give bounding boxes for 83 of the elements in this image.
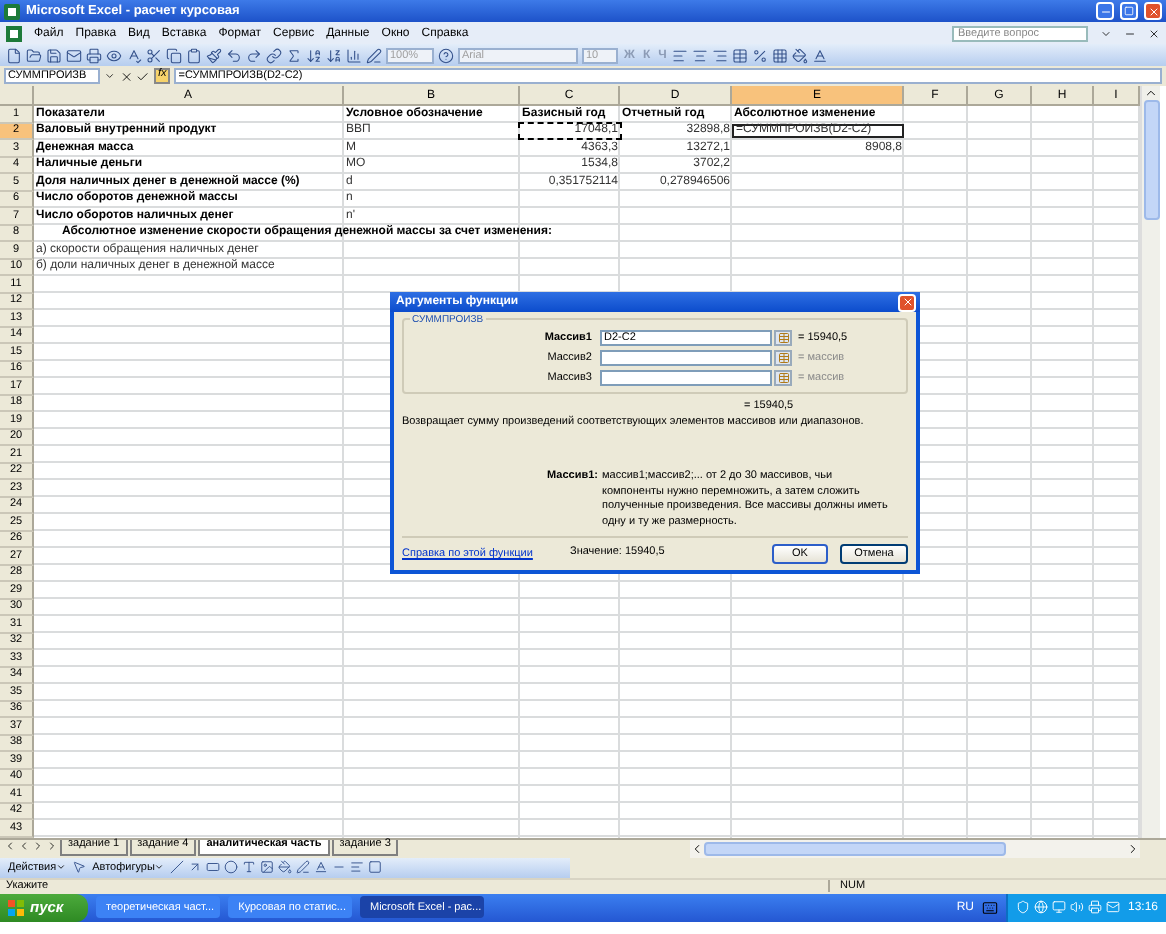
argument-field[interactable] xyxy=(600,370,772,386)
dash-style-icon[interactable] xyxy=(350,860,365,874)
align-center-icon[interactable] xyxy=(692,47,709,63)
redo-icon[interactable] xyxy=(246,47,262,63)
workbook-icon[interactable] xyxy=(6,25,22,41)
arrow-icon[interactable] xyxy=(188,860,203,874)
maximize-button[interactable] xyxy=(1120,2,1138,20)
windows-logo-icon xyxy=(8,899,24,915)
chart-icon[interactable] xyxy=(346,47,362,63)
close-icon xyxy=(901,296,913,308)
borders-icon[interactable] xyxy=(772,47,789,63)
argument-field[interactable] xyxy=(600,350,772,366)
excel-icon xyxy=(4,3,20,19)
shadow-icon[interactable] xyxy=(368,860,383,874)
caret-icon xyxy=(154,862,165,872)
printer-icon[interactable] xyxy=(86,47,102,63)
maximize-icon xyxy=(1124,6,1134,16)
mail-icon[interactable] xyxy=(66,47,82,63)
vertical-scrollbar[interactable] xyxy=(1140,86,1160,837)
font-color-icon[interactable] xyxy=(812,47,829,63)
pointer-icon[interactable] xyxy=(72,860,87,874)
previous-sheet-icon[interactable] xyxy=(18,839,30,851)
fill-color-icon[interactable] xyxy=(792,47,809,63)
volume-icon[interactable] xyxy=(1069,900,1084,914)
printer-icon[interactable] xyxy=(1087,900,1102,914)
oval-icon[interactable] xyxy=(224,860,239,874)
sort-descending-icon[interactable] xyxy=(326,47,342,63)
enter-icon[interactable] xyxy=(136,69,150,83)
caret-icon[interactable] xyxy=(104,70,116,82)
network-icon[interactable] xyxy=(1033,900,1048,914)
align-left-icon[interactable] xyxy=(672,47,689,63)
rectangle-icon[interactable] xyxy=(206,860,221,874)
cut-icon[interactable] xyxy=(146,47,162,63)
undo-icon[interactable] xyxy=(226,47,242,63)
spellcheck-icon[interactable] xyxy=(126,47,142,63)
table-icon xyxy=(777,332,789,344)
caret-icon[interactable] xyxy=(1100,27,1112,39)
scroll-thumb[interactable] xyxy=(1143,100,1159,220)
link-icon[interactable] xyxy=(266,47,282,63)
scroll-right-icon[interactable] xyxy=(1126,841,1140,855)
minimize-icon xyxy=(1099,5,1111,17)
last-sheet-icon[interactable] xyxy=(46,839,58,851)
help-icon[interactable] xyxy=(438,47,454,63)
next-sheet-icon[interactable] xyxy=(32,839,44,851)
preview-icon[interactable] xyxy=(106,47,122,63)
horizontal-scrollbar[interactable] xyxy=(690,839,1140,857)
sort-ascending-icon[interactable] xyxy=(306,47,322,63)
minimize-button[interactable] xyxy=(1096,2,1114,20)
collapse-dialog-button[interactable] xyxy=(774,350,792,366)
brush-icon[interactable] xyxy=(206,47,222,63)
shield-icon[interactable] xyxy=(1015,900,1030,914)
collapse-dialog-button[interactable] xyxy=(774,370,792,386)
line-icon[interactable] xyxy=(170,860,185,874)
merge-icon[interactable] xyxy=(732,47,749,63)
minimize-icon[interactable] xyxy=(1124,27,1136,39)
font-color-icon[interactable] xyxy=(314,860,329,874)
close-button[interactable] xyxy=(1144,2,1162,20)
line-color-icon[interactable] xyxy=(296,860,311,874)
scroll-thumb[interactable] xyxy=(704,841,1006,855)
collapse-dialog-button[interactable] xyxy=(774,330,792,346)
percent-icon[interactable] xyxy=(752,47,769,63)
scroll-left-icon[interactable] xyxy=(690,841,704,855)
text-box-icon[interactable] xyxy=(242,860,257,874)
table-icon xyxy=(777,352,789,364)
close-icon xyxy=(1147,5,1159,17)
picture-icon[interactable] xyxy=(260,860,275,874)
paste-icon[interactable] xyxy=(186,47,202,63)
copy-icon[interactable] xyxy=(166,47,182,63)
sigma-icon[interactable] xyxy=(286,47,302,63)
first-sheet-icon[interactable] xyxy=(4,839,16,851)
table-icon xyxy=(777,372,789,384)
cancel-icon[interactable] xyxy=(119,69,133,83)
folder-icon[interactable] xyxy=(26,47,42,63)
pen-icon[interactable] xyxy=(366,47,382,63)
save-icon[interactable] xyxy=(46,47,62,63)
close-icon[interactable] xyxy=(1148,27,1160,39)
caret-icon xyxy=(56,862,67,872)
keyboard-icon[interactable] xyxy=(981,899,998,915)
new-file-icon[interactable] xyxy=(6,47,22,63)
fill-color-icon[interactable] xyxy=(278,860,293,874)
close-button[interactable] xyxy=(898,293,916,311)
align-right-icon[interactable] xyxy=(712,47,729,63)
scroll-up-icon[interactable] xyxy=(1144,86,1158,100)
